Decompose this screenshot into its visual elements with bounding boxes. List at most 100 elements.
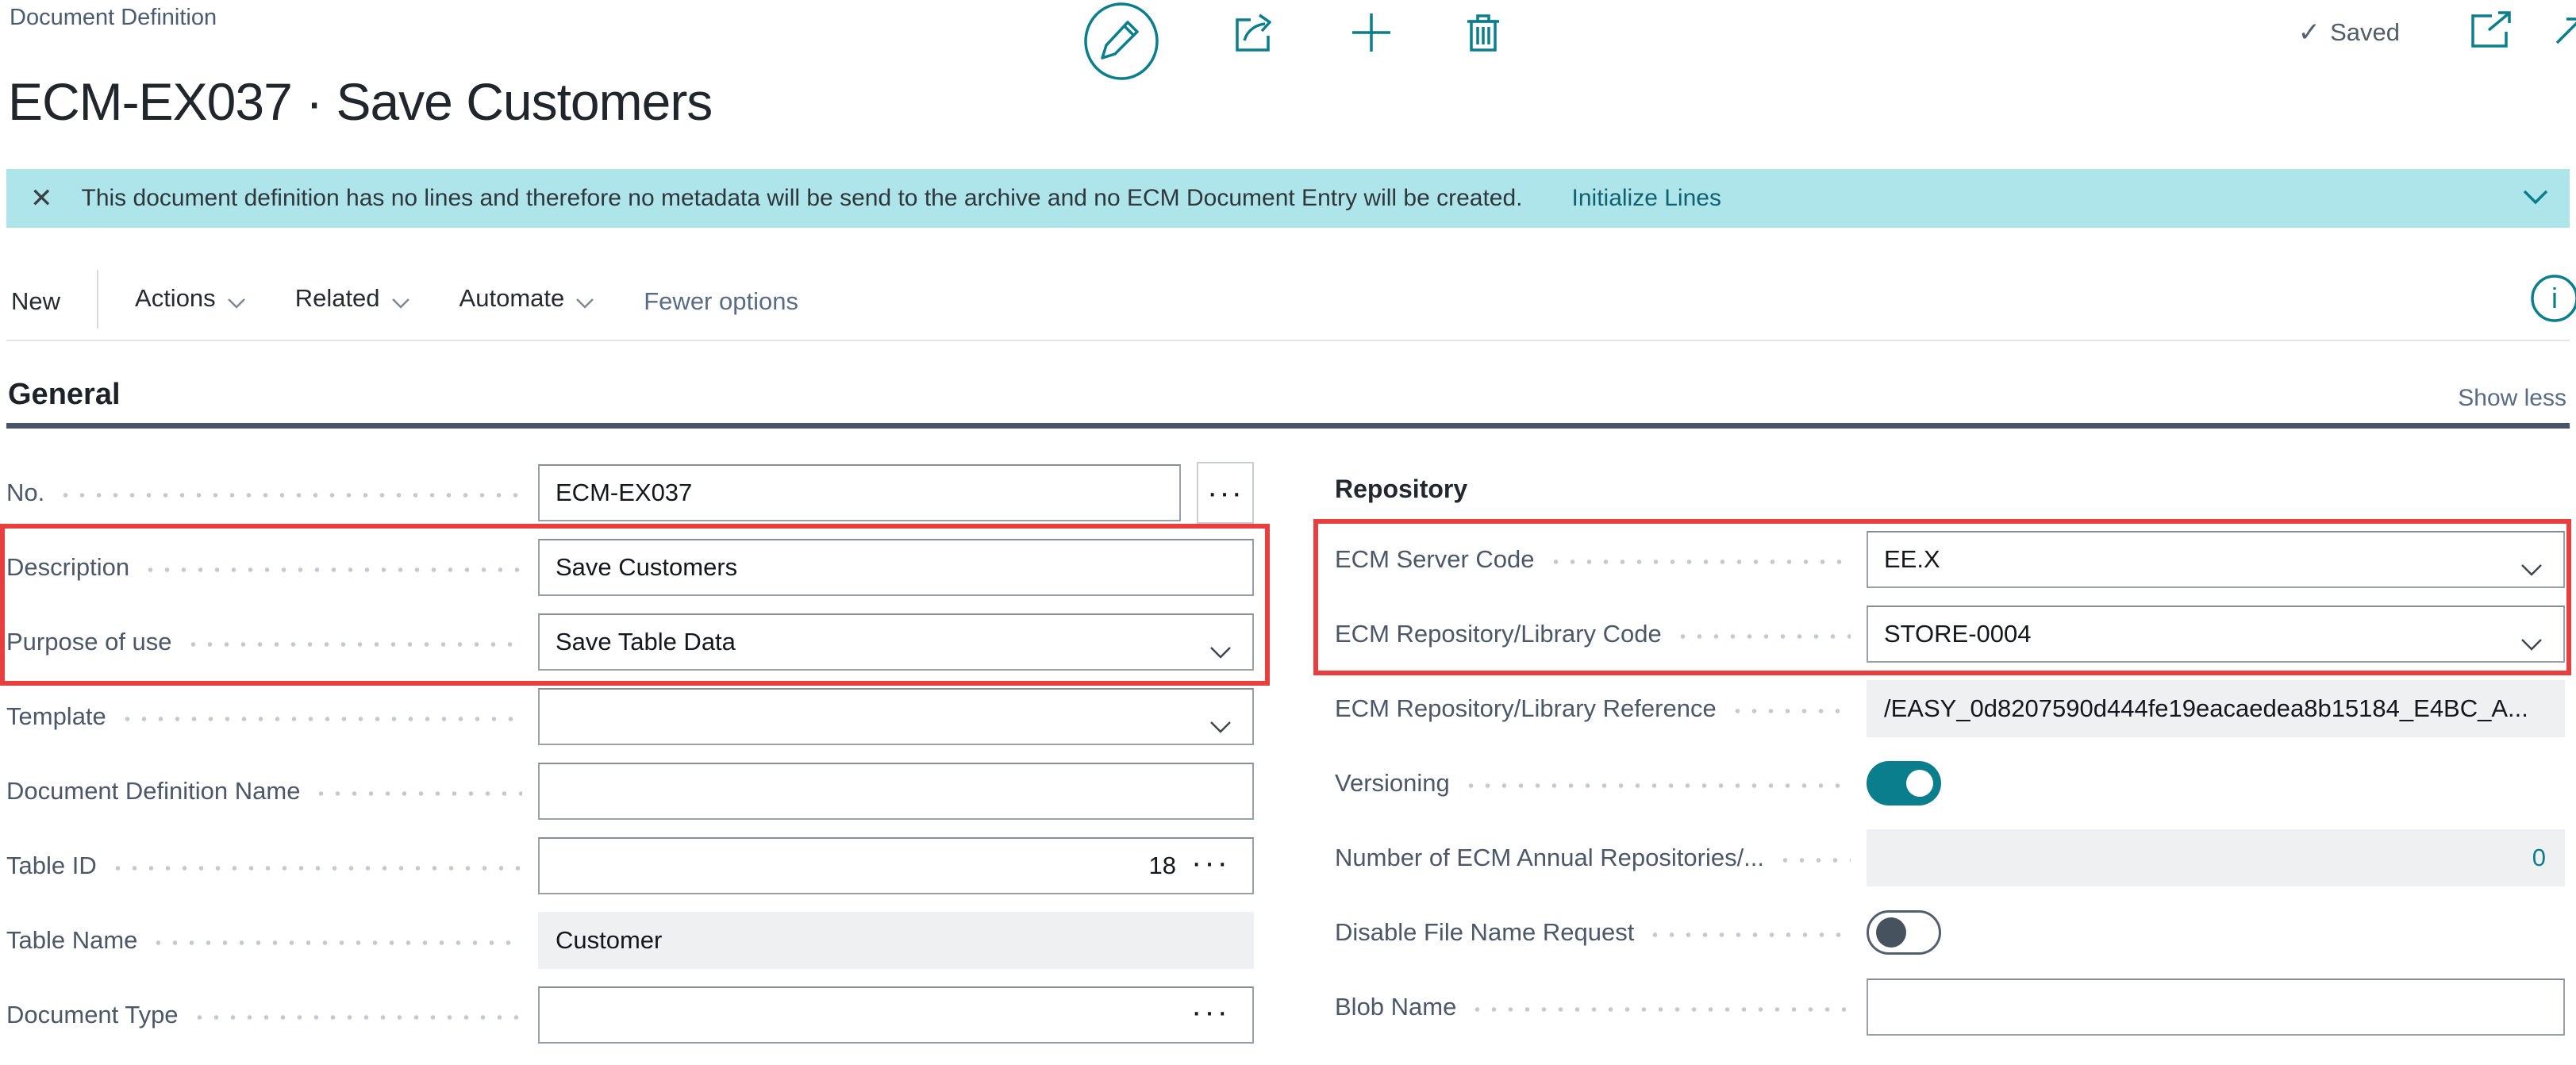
new-button[interactable]: New [11, 287, 60, 316]
field-label: Blob Name [1335, 993, 1456, 1021]
field-row-document-definition-name: Document Definition Name [6, 754, 1267, 829]
dotted-leader [313, 791, 522, 796]
dotted-leader [110, 866, 522, 871]
dotted-leader [1674, 634, 1851, 639]
share-icon[interactable] [1233, 12, 1278, 53]
ecm-repository-reference-readonly: /EASY_0d8207590d444fe19eacaedea8b15184_E… [1867, 680, 2565, 737]
field-label: Document Type [6, 1001, 179, 1029]
document-definition-page: Document Definition [0, 0, 2576, 1065]
toggle-knob [1876, 917, 1906, 948]
notification-banner: ✕ This document definition has no lines … [6, 169, 2570, 228]
checkmark-icon: ✓ [2298, 17, 2321, 48]
field-row-versioning: Versioning [1317, 746, 2571, 821]
field-row-no: No. ECM-EX037 ··· [6, 456, 1267, 530]
disable-file-name-request-toggle[interactable] [1867, 910, 1941, 955]
close-icon[interactable]: ✕ [30, 183, 53, 214]
document-type-input[interactable]: ··· [538, 986, 1254, 1044]
toolbar-icons [1082, 2, 1501, 81]
initialize-lines-link[interactable]: Initialize Lines [1572, 185, 1721, 212]
form-left-column: No. ECM-EX037 ··· Description Save Custo… [6, 456, 1267, 1052]
purpose-of-use-dropdown[interactable]: Save Table Data [538, 613, 1254, 671]
assist-edit-button[interactable]: ··· [1197, 462, 1254, 524]
no-input[interactable]: ECM-EX037 [538, 464, 1181, 521]
chevron-down-icon [391, 287, 410, 316]
fewer-options-button[interactable]: Fewer options [644, 287, 798, 316]
field-row-disable-file-name-request: Disable File Name Request [1317, 895, 2571, 970]
chevron-down-icon [575, 287, 594, 316]
banner-message: This document definition has no lines an… [82, 185, 1523, 212]
lookup-button[interactable]: ··· [1191, 994, 1230, 1030]
lookup-button[interactable]: ··· [1191, 845, 1230, 881]
field-row-description: Description Save Customers [6, 530, 1267, 605]
field-label: ECM Repository/Library Reference [1335, 694, 1717, 723]
field-label: Document Definition Name [6, 777, 300, 805]
top-bar: Document Definition [0, 0, 2576, 49]
dotted-leader [185, 642, 522, 647]
field-label: Table Name [6, 926, 137, 955]
repository-group-heading: Repository [1317, 456, 2571, 522]
annual-repositories-readonly: 0 [1867, 829, 2565, 886]
field-row-template: Template [6, 679, 1267, 754]
field-label: Purpose of use [6, 628, 172, 656]
section-title: General [8, 378, 121, 412]
form-right-column: Repository ECM Server Code EE.X ECM Repo… [1317, 456, 2571, 1052]
dotted-leader [191, 1015, 522, 1020]
field-label: Description [6, 553, 129, 582]
field-row-ecm-server-code: ECM Server Code EE.X [1317, 522, 2571, 597]
field-label: Table ID [6, 852, 97, 880]
saved-label: Saved [2330, 18, 2400, 47]
field-label: Template [6, 702, 106, 731]
actions-menu[interactable]: Actions [135, 281, 246, 316]
chevron-down-icon [227, 287, 246, 316]
ecm-server-code-dropdown[interactable]: EE.X [1867, 531, 2565, 588]
ecm-repository-code-dropdown[interactable]: STORE-0004 [1867, 606, 2565, 663]
chevron-down-icon [1209, 712, 1232, 740]
field-label: ECM Server Code [1335, 545, 1535, 574]
dotted-leader [1463, 783, 1851, 788]
breadcrumb[interactable]: Document Definition [10, 5, 217, 31]
document-definition-name-input[interactable] [538, 763, 1254, 820]
table-id-input[interactable]: 18 ··· [538, 837, 1254, 894]
chevron-down-icon [1209, 637, 1232, 666]
general-form: No. ECM-EX037 ··· Description Save Custo… [6, 429, 2570, 1052]
field-row-annual-repositories: Number of ECM Annual Repositories/... 0 [1317, 821, 2571, 895]
related-menu[interactable]: Related [295, 281, 410, 316]
action-bar-divider [97, 270, 98, 329]
popout-icon[interactable] [2468, 10, 2514, 55]
dotted-leader [150, 940, 522, 945]
automate-menu[interactable]: Automate [459, 281, 595, 316]
field-row-purpose-of-use: Purpose of use Save Table Data [6, 605, 1267, 679]
chevron-down-icon[interactable] [2522, 188, 2549, 210]
dotted-leader [57, 493, 522, 498]
field-label: Versioning [1335, 769, 1450, 798]
info-glyph: i [2551, 282, 2558, 314]
dotted-leader [1548, 559, 1851, 564]
chevron-down-icon [2520, 555, 2543, 583]
blob-name-input[interactable] [1867, 978, 2565, 1036]
dotted-leader [1777, 858, 1851, 863]
versioning-toggle[interactable] [1867, 761, 1941, 805]
toggle-knob [1906, 770, 1933, 797]
chevron-down-icon [2520, 629, 2543, 658]
field-label: Disable File Name Request [1335, 918, 1634, 947]
field-row-ecm-repository-reference: ECM Repository/Library Reference /EASY_0… [1317, 671, 2571, 746]
template-dropdown[interactable] [538, 688, 1254, 745]
edit-icon[interactable] [1082, 2, 1160, 81]
dotted-leader [119, 717, 522, 721]
add-icon[interactable] [1351, 12, 1392, 53]
field-label: ECM Repository/Library Code [1335, 620, 1662, 648]
save-status: ✓ Saved [2298, 10, 2576, 55]
field-row-blob-name: Blob Name [1317, 970, 2571, 1044]
show-less-link[interactable]: Show less [2458, 385, 2566, 412]
description-input[interactable]: Save Customers [538, 539, 1254, 596]
dotted-leader [1729, 709, 1851, 713]
field-row-ecm-repository-code: ECM Repository/Library Code STORE-0004 [1317, 597, 2571, 671]
info-icon[interactable]: i [2527, 272, 2576, 329]
external-arrow-icon[interactable] [2552, 13, 2576, 52]
field-label: Number of ECM Annual Repositories/... [1335, 844, 1764, 872]
dotted-leader [142, 567, 522, 572]
delete-icon[interactable] [1465, 12, 1501, 53]
action-bar: New Actions Related Automate Fewer optio… [6, 228, 2570, 341]
table-name-readonly: Customer [538, 912, 1254, 969]
general-section-header: General Show less [6, 341, 2570, 429]
